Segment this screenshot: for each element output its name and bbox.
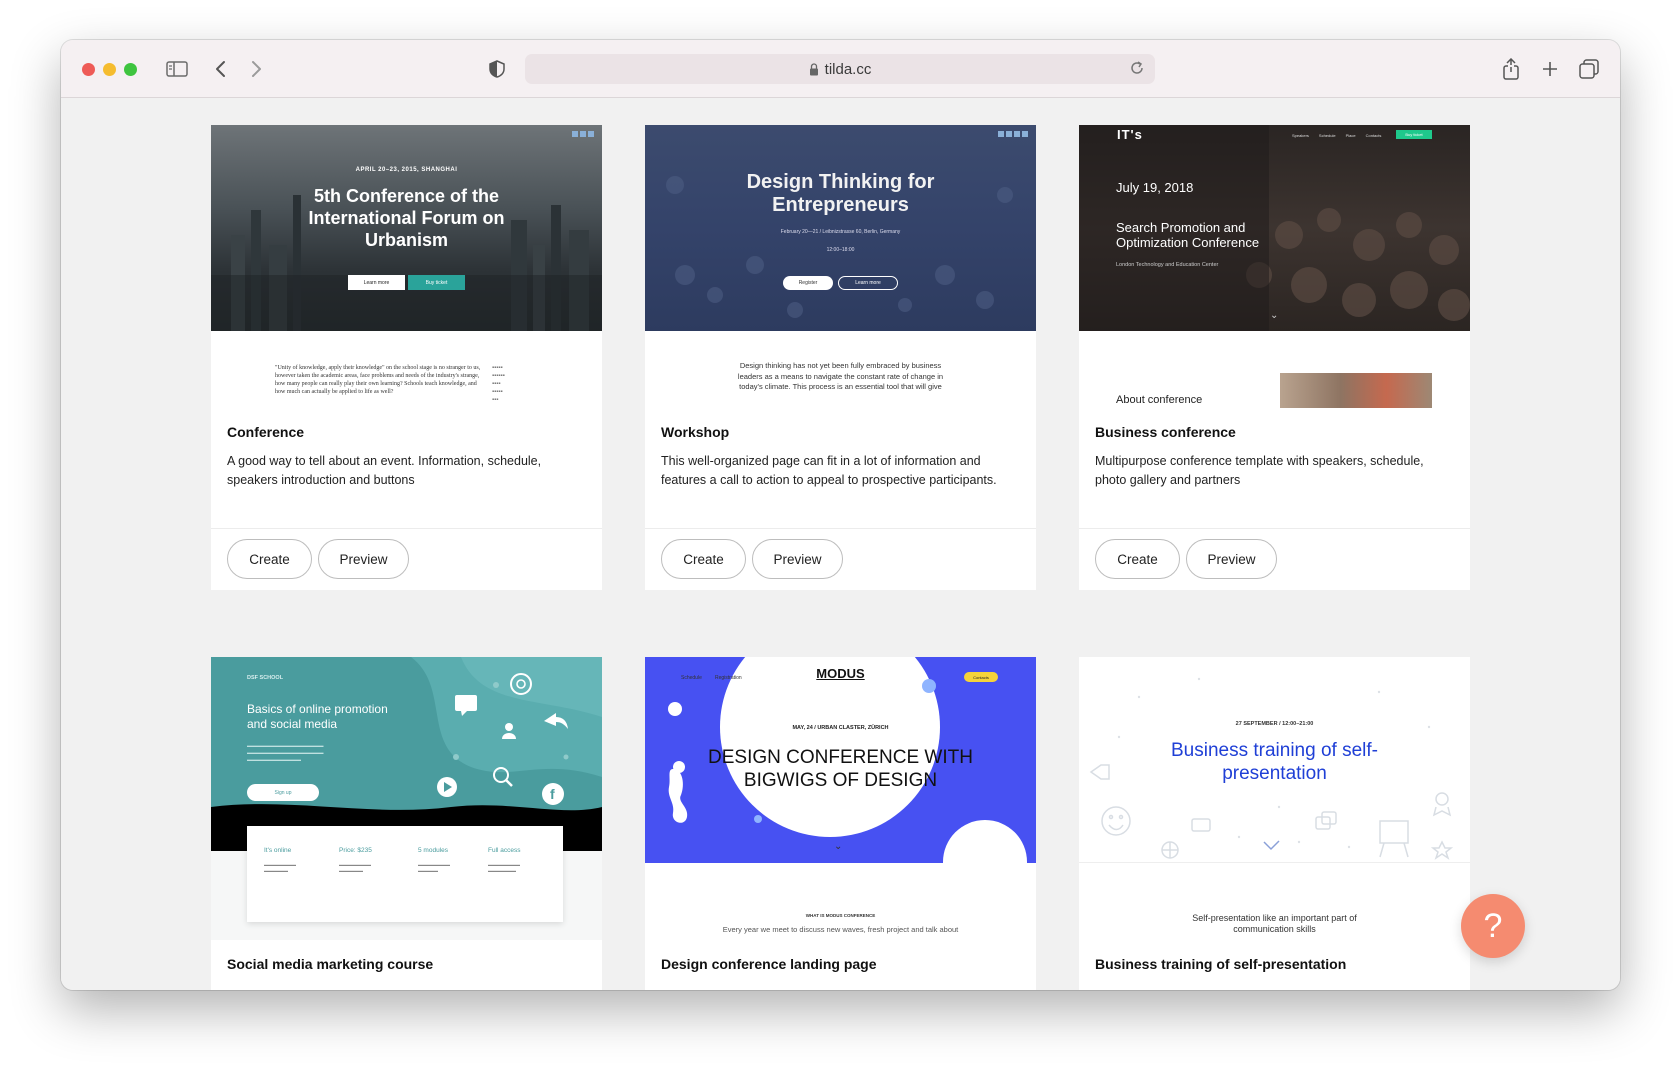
privacy-shield-icon[interactable]: [484, 56, 510, 82]
preview-button[interactable]: Preview: [752, 539, 843, 579]
social-icons-illustration: f: [437, 673, 569, 805]
thumb-nav-item: Contacts: [1365, 133, 1382, 138]
template-card-design-conference: Schedule Registration MODUS Contacts MAY…: [645, 657, 1036, 990]
chevron-down-icon: ⌄: [1270, 310, 1279, 321]
create-button[interactable]: Create: [661, 539, 746, 579]
thumb-body: Design thinking has not yet been fully e…: [737, 361, 944, 391]
card-title: Business training of self-presentation: [1095, 956, 1347, 972]
card-description: Multipurpose conference template with sp…: [1095, 454, 1424, 487]
thumb-feature-detail: ▬▬▬▬▬▬▬▬ ▬▬▬▬▬▬: [339, 862, 371, 873]
thumb-feature: Price: $235: [339, 847, 372, 854]
template-thumbnail[interactable]: Design Thinking for Entrepreneurs Februa…: [645, 125, 1036, 408]
card-title: Design conference landing page: [661, 956, 877, 972]
thumb-date: July 19, 2018: [1116, 180, 1194, 195]
thumb-cta: Buy ticket: [1396, 130, 1432, 139]
thumb-photo: [1280, 373, 1432, 408]
thumb-headline: 5th Conference of the International Foru…: [308, 186, 505, 250]
card-title: Social media marketing course: [227, 956, 434, 972]
thumb-quote: "Unity of knowledge, apply their knowled…: [275, 365, 481, 395]
thumb-eyebrow: APRIL 20–23, 2015, SHANGHAI: [355, 167, 458, 173]
chevron-down-icon: ⌄: [834, 841, 843, 852]
thumb-badge: Contacts: [964, 672, 998, 682]
thumb-address-block: ▪▪▪▪▪ ▪▪▪▪▪▪ ▪▪▪▪ ▪▪▪▪▪ ▪▪▪: [492, 365, 505, 403]
thumb-nav-item: Speakers: [1292, 133, 1309, 138]
thumb-headline: DESIGN CONFERENCE WITH BIGWIGS OF DESIGN: [708, 747, 973, 791]
thumb-eyebrow: MAY, 24 / URBAN CLASTER, ZÜRICH: [792, 725, 889, 731]
browser-window: tilda.cc APRIL 20–23, 2015, SHANGHAI 5th…: [61, 40, 1620, 990]
thumb-button-buy-ticket: Buy ticket: [408, 275, 465, 290]
thumb-venue: London Technology and Education Center: [1116, 262, 1219, 268]
template-thumbnail[interactable]: DSF SCHOOL Basics of online promotion an…: [211, 657, 602, 940]
zoom-window-button[interactable]: [124, 63, 137, 76]
thumb-headline: Search Promotion and Optimization Confer…: [1116, 220, 1260, 250]
preview-button[interactable]: Preview: [318, 539, 409, 579]
thumb-eyebrow: 27 SEPTEMBER / 12:00–21:00: [1235, 721, 1314, 727]
thumb-feature: 5 modules: [418, 847, 448, 854]
thumb-button-learn-more: Learn more: [348, 275, 405, 290]
minimize-window-button[interactable]: [103, 63, 116, 76]
create-button[interactable]: Create: [227, 539, 312, 579]
preview-button[interactable]: Preview: [1186, 539, 1277, 579]
thumb-nav-item: Place: [1345, 133, 1356, 138]
sidebar-toggle-icon[interactable]: [164, 56, 190, 82]
thumb-sub2: 12:00–18:00: [826, 247, 855, 253]
thumb-feature: It's online: [264, 847, 292, 854]
reload-icon[interactable]: [1129, 60, 1145, 80]
thumb-button-register: Register: [783, 276, 833, 290]
thumb-body: Every year we meet to discuss new waves,…: [722, 925, 959, 934]
thumb-nav-item: Schedule: [1318, 133, 1336, 138]
svg-text:f: f: [550, 786, 555, 802]
thumb-headline: Design Thinking for Entrepreneurs: [746, 171, 935, 216]
template-thumbnail[interactable]: Schedule Registration MODUS Contacts MAY…: [645, 657, 1036, 940]
close-window-button[interactable]: [82, 63, 95, 76]
template-thumbnail[interactable]: APRIL 20–23, 2015, SHANGHAI 5th Conferen…: [211, 125, 602, 408]
help-button[interactable]: ?: [1461, 894, 1525, 958]
lock-icon: [809, 62, 819, 76]
thumb-feature-detail: ▬▬▬▬▬▬▬▬ ▬▬▬▬▬▬▬: [488, 862, 520, 873]
create-button[interactable]: Create: [1095, 539, 1180, 579]
template-card-conference: APRIL 20–23, 2015, SHANGHAI 5th Conferen…: [211, 125, 602, 590]
url-text: tilda.cc: [824, 60, 872, 78]
template-card-business-training: 27 SEPTEMBER / 12:00–21:00 Business trai…: [1079, 657, 1470, 990]
thumb-feature: Full access: [488, 847, 521, 854]
card-title: Conference: [227, 424, 305, 440]
template-card-workshop: Design Thinking for Entrepreneurs Februa…: [645, 125, 1036, 590]
thumb-features-panel: It's online Price: $235 5 modules Full a…: [247, 826, 563, 922]
thumb-feature-detail: ▬▬▬▬▬▬▬▬ ▬▬▬▬▬: [418, 862, 450, 873]
card-description: A good way to tell about an event. Infor…: [227, 454, 542, 487]
thumb-logo: IT's: [1117, 127, 1143, 142]
back-icon[interactable]: [208, 56, 234, 82]
thumb-body: Self-presentation like an important part…: [1192, 913, 1357, 934]
thumb-feature-detail: ▬▬▬▬▬▬▬▬ ▬▬▬▬▬▬: [264, 862, 296, 873]
thumb-button-learn-more: Learn more: [838, 276, 898, 290]
card-title: Workshop: [661, 424, 730, 440]
browser-toolbar: tilda.cc: [61, 40, 1620, 98]
thumb-section-title: WHAT IS MODUS CONFERENCE: [805, 913, 876, 918]
template-card-business-conference: IT's Speakers Schedule Place Contacts Bu…: [1079, 125, 1470, 590]
template-thumbnail[interactable]: IT's Speakers Schedule Place Contacts Bu…: [1079, 125, 1470, 408]
tab-overview-icon[interactable]: [1576, 56, 1602, 82]
card-description: This well-organized page can fit in a lo…: [661, 454, 997, 487]
thumb-sub1: February 20—21 / Leibnizstrasse 60, Berl…: [780, 229, 901, 235]
card-title: Business conference: [1095, 424, 1236, 440]
share-icon[interactable]: [1498, 56, 1524, 82]
thumb-headline: Business training of self-presentation: [1171, 740, 1378, 784]
address-bar[interactable]: tilda.cc: [525, 54, 1155, 84]
forward-icon[interactable]: [243, 56, 269, 82]
template-thumbnail[interactable]: 27 SEPTEMBER / 12:00–21:00 Business trai…: [1079, 657, 1470, 940]
page-viewport: APRIL 20–23, 2015, SHANGHAI 5th Conferen…: [61, 98, 1620, 990]
new-tab-icon[interactable]: [1537, 56, 1563, 82]
template-card-social-media-course: DSF SCHOOL Basics of online promotion an…: [211, 657, 602, 990]
thumb-section-title: About conference: [1116, 394, 1203, 406]
